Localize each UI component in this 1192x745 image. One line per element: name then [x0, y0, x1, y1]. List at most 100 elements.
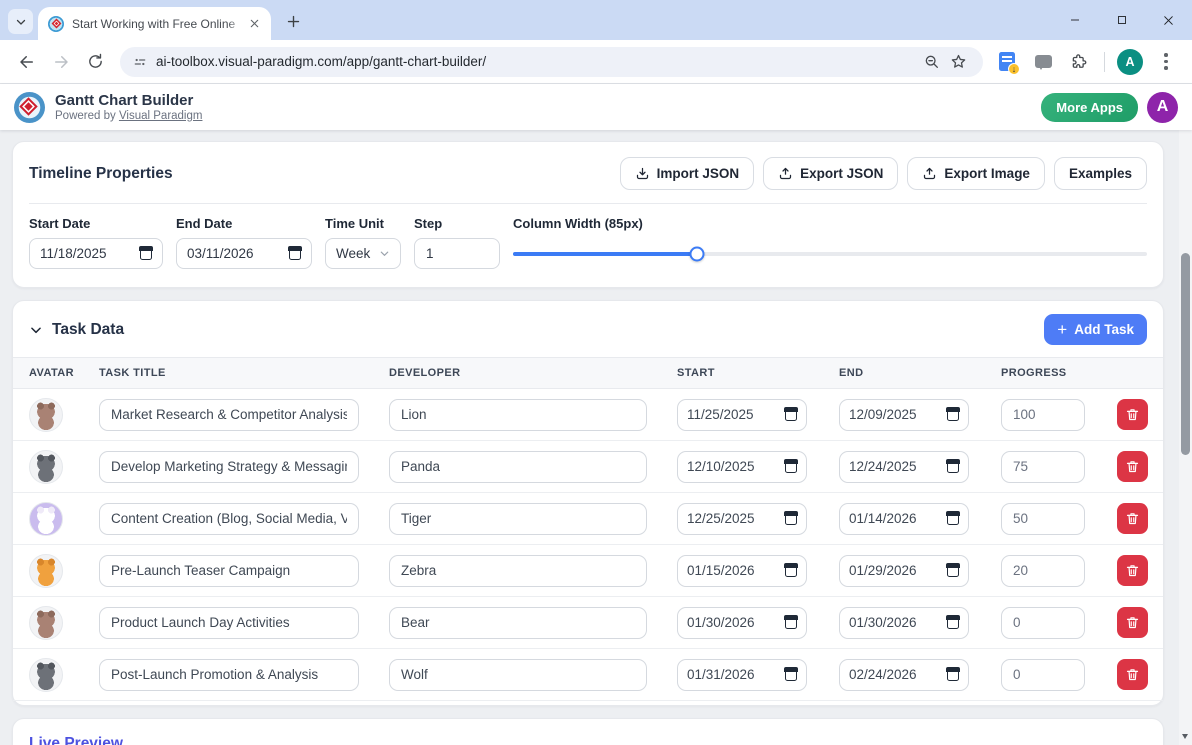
calendar-icon[interactable]: [289, 247, 301, 260]
start-date-input[interactable]: 01/30/2026: [677, 607, 807, 639]
address-bar[interactable]: ai-toolbox.visual-paradigm.com/app/gantt…: [120, 47, 983, 77]
new-tab-button[interactable]: [281, 9, 306, 34]
close-window-button[interactable]: [1145, 0, 1192, 40]
calendar-icon[interactable]: [785, 616, 797, 629]
more-apps-button[interactable]: More Apps: [1041, 93, 1138, 122]
developer-input[interactable]: [389, 555, 647, 587]
start-date-label: Start Date: [29, 216, 163, 231]
progress-input[interactable]: [1001, 607, 1085, 639]
upload-icon: [922, 166, 937, 181]
trash-icon: [1125, 407, 1140, 422]
progress-input[interactable]: [1001, 399, 1085, 431]
calendar-icon[interactable]: [947, 460, 959, 473]
delete-task-button[interactable]: [1117, 399, 1148, 430]
task-title-input[interactable]: [99, 659, 359, 691]
import-json-button[interactable]: Import JSON: [620, 157, 755, 190]
calendar-icon[interactable]: [947, 408, 959, 421]
zoom-out-button[interactable]: [919, 49, 945, 75]
progress-input[interactable]: [1001, 503, 1085, 535]
examples-button[interactable]: Examples: [1054, 157, 1147, 190]
export-image-button[interactable]: Export Image: [907, 157, 1045, 190]
end-date-input[interactable]: 02/24/2026: [839, 659, 969, 691]
slider-thumb[interactable]: [689, 246, 704, 261]
chat-bubble-button[interactable]: [1027, 46, 1059, 78]
step-label: Step: [414, 216, 500, 231]
task-title-input[interactable]: [99, 451, 359, 483]
add-task-button[interactable]: + Add Task: [1044, 314, 1147, 345]
progress-input[interactable]: [1001, 555, 1085, 587]
start-date-input[interactable]: 12/10/2025: [677, 451, 807, 483]
kebab-menu-icon: [1164, 53, 1168, 70]
minimize-button[interactable]: [1051, 0, 1098, 40]
chat-bubble-icon: [1035, 55, 1052, 68]
doc-download-button[interactable]: ↓: [991, 46, 1023, 78]
calendar-icon[interactable]: [947, 512, 959, 525]
calendar-icon[interactable]: [785, 668, 797, 681]
developer-input[interactable]: [389, 503, 647, 535]
page-scrollbar[interactable]: [1179, 130, 1192, 745]
delete-task-button[interactable]: [1117, 555, 1148, 586]
progress-input[interactable]: [1001, 659, 1085, 691]
calendar-icon[interactable]: [785, 408, 797, 421]
scrollbar-down-arrow-icon[interactable]: [1182, 734, 1188, 742]
calendar-icon[interactable]: [947, 564, 959, 577]
site-settings-tune-icon[interactable]: [132, 54, 148, 70]
end-date-input[interactable]: 12/24/2025: [839, 451, 969, 483]
end-date-input[interactable]: 03/11/2026: [176, 238, 312, 269]
start-date-input[interactable]: 11/25/2025: [677, 399, 807, 431]
time-unit-select[interactable]: Week: [325, 238, 401, 269]
start-date-input[interactable]: 01/15/2026: [677, 555, 807, 587]
browser-profile-button[interactable]: A: [1114, 46, 1146, 78]
browser-menu-button[interactable]: [1150, 46, 1182, 78]
scrollbar-thumb[interactable]: [1181, 253, 1190, 455]
visual-paradigm-link[interactable]: Visual Paradigm: [119, 110, 203, 122]
start-date-input[interactable]: 01/31/2026: [677, 659, 807, 691]
extensions-button[interactable]: [1063, 46, 1095, 78]
step-input[interactable]: [414, 238, 500, 269]
maximize-button[interactable]: [1098, 0, 1145, 40]
calendar-icon[interactable]: [785, 460, 797, 473]
developer-input[interactable]: [389, 659, 647, 691]
reload-button[interactable]: [78, 45, 112, 79]
task-title-input[interactable]: [99, 503, 359, 535]
end-date-input[interactable]: 01/30/2026: [839, 607, 969, 639]
doc-download-icon: ↓: [999, 52, 1015, 71]
download-icon: [635, 166, 650, 181]
start-date-input[interactable]: 11/18/2025: [29, 238, 163, 269]
delete-task-button[interactable]: [1117, 607, 1148, 638]
delete-task-button[interactable]: [1117, 451, 1148, 482]
timeline-properties-card: Timeline Properties Import JSON Export J…: [12, 141, 1164, 288]
export-json-button[interactable]: Export JSON: [763, 157, 898, 190]
forward-button[interactable]: [44, 45, 78, 79]
calendar-icon[interactable]: [785, 564, 797, 577]
tab-search-button[interactable]: [8, 9, 33, 34]
calendar-icon[interactable]: [947, 668, 959, 681]
task-title-input[interactable]: [99, 607, 359, 639]
end-date-input[interactable]: 12/09/2025: [839, 399, 969, 431]
back-button[interactable]: [10, 45, 44, 79]
calendar-icon[interactable]: [785, 512, 797, 525]
calendar-icon[interactable]: [140, 247, 152, 260]
table-row: 01/31/2026 02/24/2026: [13, 649, 1163, 701]
progress-input[interactable]: [1001, 451, 1085, 483]
delete-task-button[interactable]: [1117, 659, 1148, 690]
task-title-input[interactable]: [99, 555, 359, 587]
column-width-slider[interactable]: [513, 252, 1147, 256]
start-date-input[interactable]: 12/25/2025: [677, 503, 807, 535]
bookmark-star-button[interactable]: [945, 49, 971, 75]
developer-input[interactable]: [389, 399, 647, 431]
time-unit-field-group: Time Unit Week: [325, 216, 401, 269]
developer-input[interactable]: [389, 451, 647, 483]
user-avatar[interactable]: A: [1147, 92, 1178, 123]
url-text[interactable]: ai-toolbox.visual-paradigm.com/app/gantt…: [156, 54, 911, 69]
collapse-chevron-icon[interactable]: [29, 323, 43, 337]
end-date-input[interactable]: 01/29/2026: [839, 555, 969, 587]
developer-input[interactable]: [389, 607, 647, 639]
tab-close-icon[interactable]: [245, 15, 263, 33]
delete-task-button[interactable]: [1117, 503, 1148, 534]
browser-tab[interactable]: Start Working with Free Online: [38, 7, 271, 40]
live-preview-card: Live Preview: [12, 718, 1164, 745]
end-date-input[interactable]: 01/14/2026: [839, 503, 969, 535]
task-title-input[interactable]: [99, 399, 359, 431]
calendar-icon[interactable]: [947, 616, 959, 629]
